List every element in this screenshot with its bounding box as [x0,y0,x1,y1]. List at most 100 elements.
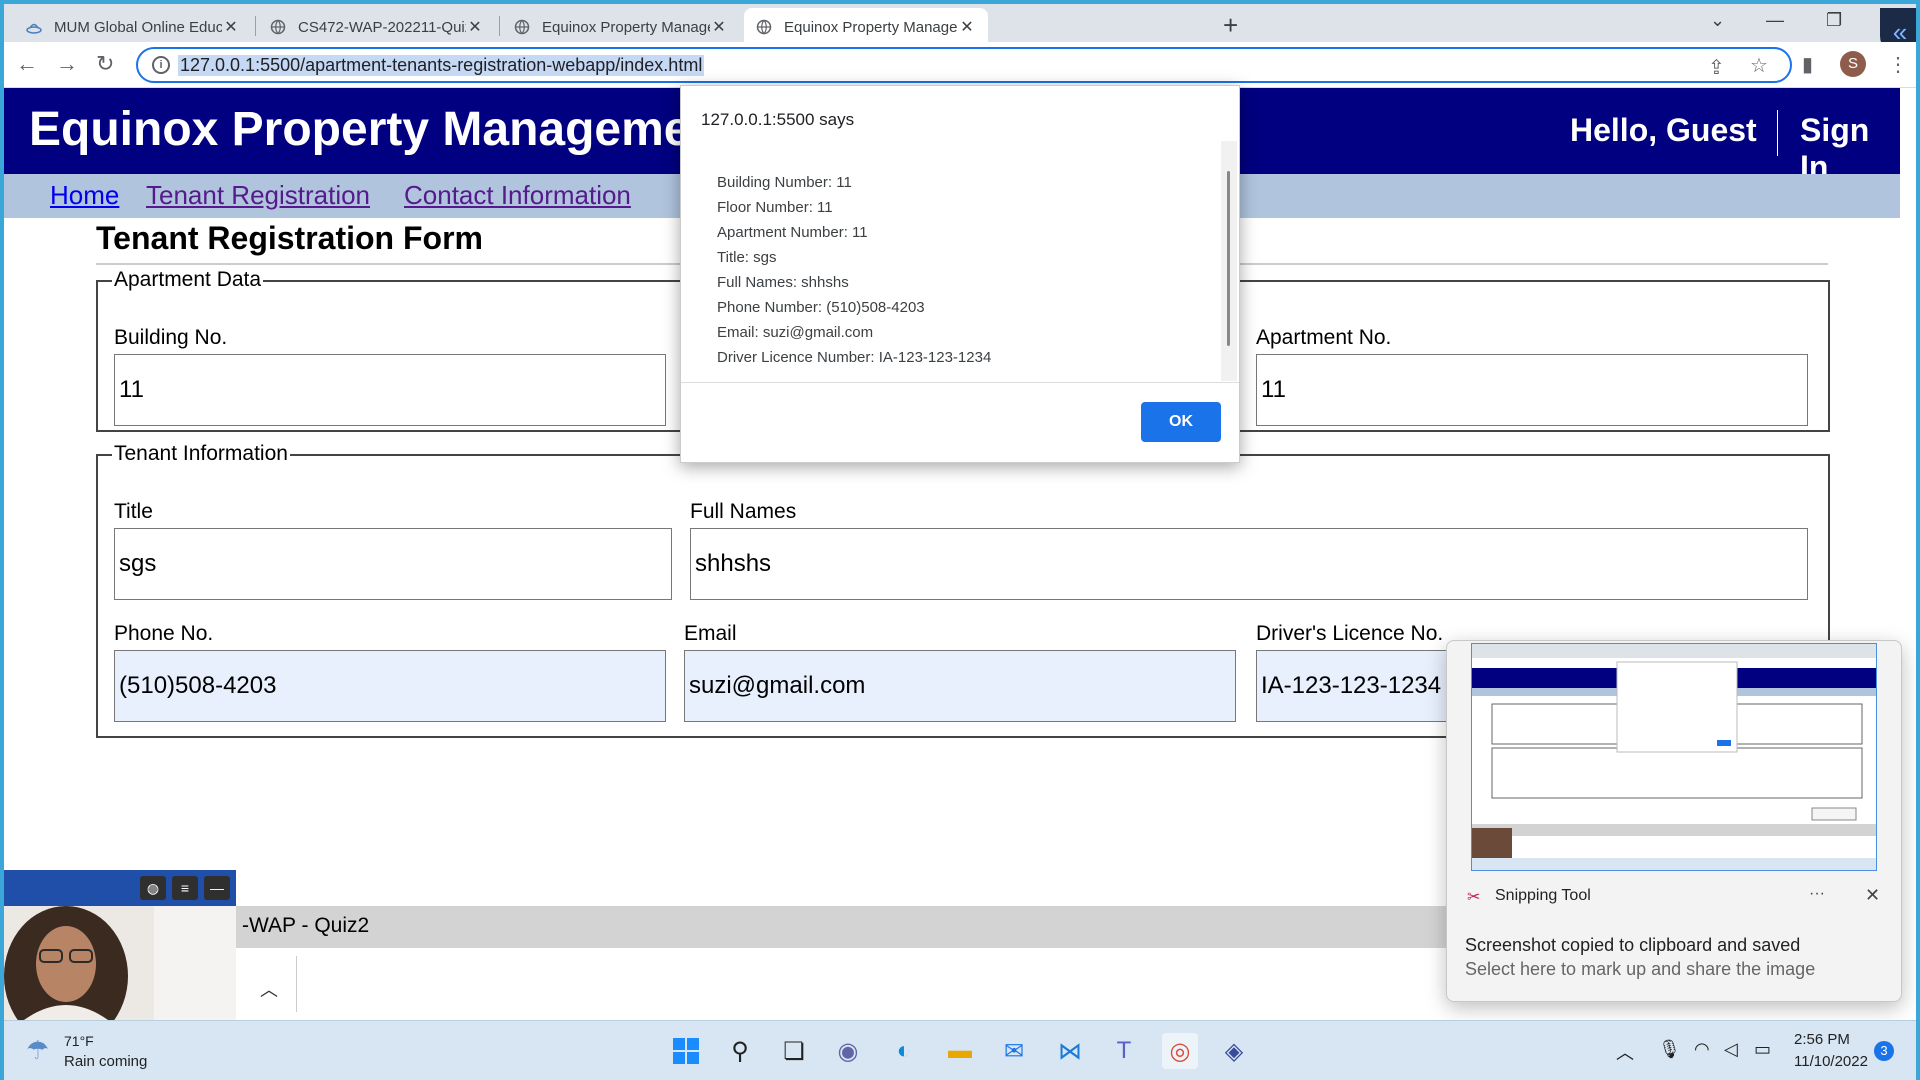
close-tab-icon[interactable]: ✕ [222,17,240,37]
close-toast-icon[interactable]: ✕ [1865,885,1880,906]
dialog-scrollbar[interactable] [1221,141,1237,381]
profile-avatar[interactable]: S [1840,51,1866,77]
weather-rain-icon[interactable]: ☂ [26,1035,49,1066]
volume-icon[interactable]: ◁ [1724,1039,1738,1060]
tab-search-chevron-icon[interactable]: ⌄ [1710,10,1725,31]
dialog-line: Title: sgs [717,249,777,266]
bookmark-star-icon[interactable]: ☆ [1750,53,1768,78]
file-explorer-icon[interactable]: ▬ [942,1033,978,1069]
greeting: Hello, Guest [1570,112,1757,148]
full-names-label: Full Names [690,500,797,523]
dialog-line: Apartment Number: 11 [717,224,868,241]
dialog-line: Building Number: 11 [717,174,852,191]
close-tab-icon[interactable]: ✕ [710,17,728,37]
licence-label: Driver's Licence No. [1256,622,1444,645]
globe-icon [514,19,530,35]
site-info-icon[interactable]: i [152,56,170,74]
window-frame-right [1916,0,1920,1080]
start-windows-icon[interactable] [668,1033,704,1069]
close-tab-icon[interactable]: ✕ [958,17,976,37]
dialog-line: Driver Licence Number: IA-123-123-1234 [717,349,992,366]
footer-text: -WAP - Quiz2 [242,914,370,937]
chat-app-icon[interactable]: ◉ [830,1033,866,1069]
webcam-person-image [4,906,236,1020]
browser-tab-equinox-active[interactable]: Equinox Property Management - ✕ [744,8,988,46]
screenshot-thumbnail[interactable] [1471,643,1877,871]
full-names-input[interactable]: shhshs [690,528,1808,600]
toast-message: Screenshot copied to clipboard and saved [1465,935,1801,955]
browser-tab-mum[interactable]: MUM Global Online Education : C ✕ [14,8,252,46]
nav-home-link[interactable]: Home [50,180,119,211]
tab-separator [255,16,256,36]
teams-icon[interactable]: T [1106,1033,1142,1069]
phone-input[interactable]: (510)508-4203 [114,650,666,722]
snipping-tool-notification[interactable]: ✂ Snipping Tool ··· ✕ Screenshot copied … [1446,640,1902,1002]
email-input[interactable]: suzi@gmail.com [684,650,1236,722]
close-tab-icon[interactable]: ✕ [466,17,484,37]
dialog-line: Floor Number: 11 [717,199,833,216]
phone-label: Phone No. [114,622,214,645]
email-label: Email [684,622,737,645]
tab-title: CS472-WAP-202211-Quiz2 [298,18,466,36]
clock-date[interactable]: 11/10/2022 [1794,1053,1868,1070]
apartment-number-input[interactable]: 11 [1256,354,1808,426]
wifi-icon[interactable]: ◠ [1694,1039,1710,1060]
weather-temperature[interactable]: 71°F [64,1033,94,1049]
task-view-icon[interactable]: ❏ [776,1033,812,1069]
tab-title: Equinox Property Management - [542,18,710,36]
side-panel-icon[interactable]: ▮ [1802,52,1813,77]
weather-condition[interactable]: Rain coming [64,1053,147,1070]
apartment-data-legend: Apartment Data [112,268,264,292]
building-number-input[interactable]: 11 [114,354,666,426]
browser-tab-equinox-1[interactable]: Equinox Property Management - ✕ [502,8,740,46]
dialog-line: Phone Number: (510)508-4203 [717,299,925,316]
browser-tab-quiz[interactable]: CS472-WAP-202211-Quiz2 ✕ [258,8,496,46]
snipping-tool-icon: ✂ [1467,889,1481,906]
notification-badge[interactable]: 3 [1874,1041,1894,1061]
dialog-divider [681,382,1239,383]
dialog-line: Email: suzi@gmail.com [717,324,874,341]
more-options-icon[interactable]: ··· [1809,885,1825,903]
search-icon[interactable]: ⚲ [722,1033,758,1069]
chevron-up-icon[interactable]: ︿ [260,976,278,1002]
new-tab-button[interactable]: + [1223,10,1238,41]
ok-button[interactable]: OK [1141,402,1221,442]
mail-icon[interactable]: ✉ [996,1033,1032,1069]
title-input[interactable]: sgs [114,528,672,600]
clock-time[interactable]: 2:56 PM [1794,1031,1850,1048]
taskbar: ☂ 71°F Rain coming ⚲ ❏ ◉ ◐ ▬ ✉ ⋈ T ◎ ◈ ︿… [0,1020,1920,1080]
dialog-heading: 127.0.0.1:5500 says [701,110,855,129]
browser-toolbar: ← → ↻ i 127.0.0.1:5500/apartment-tenants… [0,42,1920,88]
apartment-label: Apartment No. [1256,326,1392,349]
reload-icon[interactable]: ↻ [96,51,114,77]
globe-icon [756,19,772,35]
footer-separator [296,956,297,1012]
menu-icon[interactable]: ≡ [172,876,198,900]
chrome-icon[interactable]: ◎ [1162,1033,1198,1069]
forward-arrow-icon[interactable]: → [56,51,78,77]
restore-icon[interactable]: ❐ [1826,10,1842,31]
globe-icon [270,19,286,35]
nav-contact-information-link[interactable]: Contact Information [404,180,631,211]
address-bar[interactable]: i 127.0.0.1:5500/apartment-tenants-regis… [136,47,1792,83]
vscode-icon[interactable]: ⋈ [1052,1033,1088,1069]
webcam-video [4,906,236,1020]
share-icon[interactable]: ⇪ [1708,55,1725,80]
app-diamond-icon[interactable]: ◈ [1216,1033,1252,1069]
scrollbar-thumb[interactable] [1227,171,1230,346]
show-hidden-icons-chevron-icon[interactable]: ︿ [1616,1039,1634,1065]
mum-favicon-icon [26,23,42,34]
browser-menu-icon[interactable]: ⋮ [1888,52,1908,77]
minimize-webcam-icon[interactable]: — [204,876,230,900]
url-text[interactable]: 127.0.0.1:5500/apartment-tenants-registr… [178,55,705,76]
tenant-information-legend: Tenant Information [112,442,290,466]
chat-icon[interactable]: ◍ [140,876,166,900]
tab-strip: MUM Global Online Education : C ✕ CS472-… [0,0,1920,56]
microphone-icon[interactable]: 🎙 [1658,1039,1681,1060]
battery-icon[interactable]: ▭ [1754,1039,1771,1060]
edge-browser-icon[interactable]: ◐ [886,1033,922,1069]
minimize-icon[interactable]: — [1766,10,1784,31]
back-arrow-icon[interactable]: ← [16,51,38,77]
toast-app-name: Snipping Tool [1495,887,1591,904]
nav-tenant-registration-link[interactable]: Tenant Registration [146,180,370,211]
